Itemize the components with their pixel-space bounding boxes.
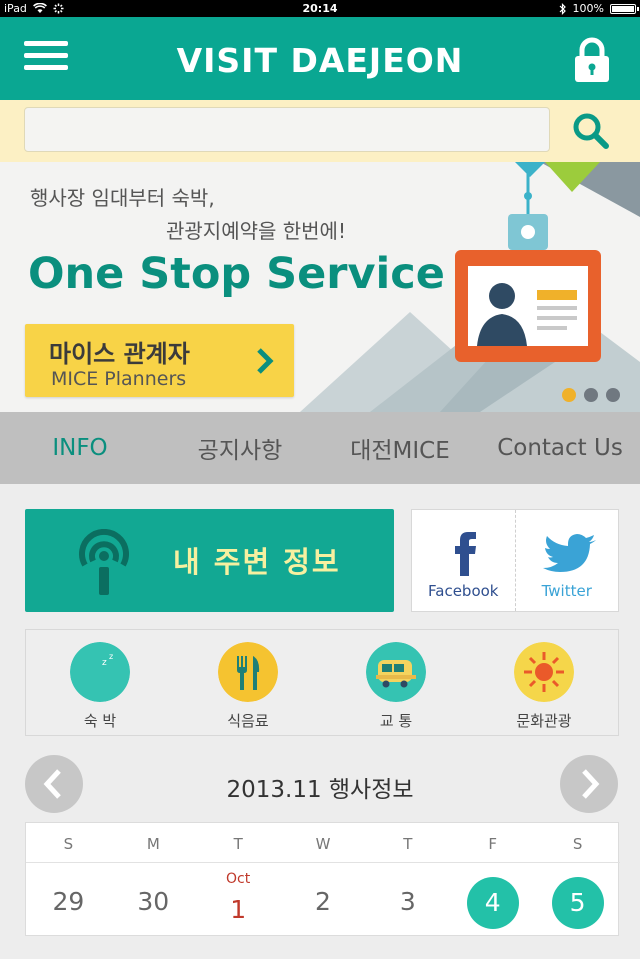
tab-info[interactable]: INFO [0, 412, 160, 484]
event-date-number: 5 [551, 877, 604, 929]
date-number: 1 [230, 895, 247, 924]
date-number: 2 [315, 887, 331, 916]
calendar-date[interactable]: 3 [365, 863, 450, 937]
banner-headline: One Stop Service [28, 249, 445, 299]
calendar-date[interactable]: 2 [281, 863, 366, 937]
category-transport[interactable]: 교 통 [322, 630, 470, 735]
calendar-date[interactable]: 30 [111, 863, 196, 937]
twitter-button[interactable]: Twitter [514, 510, 619, 611]
sun-icon [514, 642, 574, 702]
category-lodging[interactable]: z z 숙 박 [26, 630, 174, 735]
twitter-label: Twitter [541, 582, 592, 600]
category-label: 식음료 [227, 712, 269, 730]
cta-label-ko: 마이스 관계자 [49, 340, 190, 368]
facebook-label: Facebook [428, 582, 499, 600]
date-number: 30 [137, 887, 170, 916]
calendar-title: 2013.11 행사정보 [226, 777, 414, 803]
bus-icon [366, 642, 426, 702]
category-food[interactable]: 식음료 [174, 630, 322, 735]
carousel-dot[interactable] [562, 388, 576, 402]
tab-daejeon-mice[interactable]: 대전MICE [320, 412, 480, 484]
social-links: Facebook Twitter [411, 509, 619, 612]
next-month-button[interactable] [560, 755, 618, 813]
category-culture-tourism[interactable]: 문화관광 [470, 630, 618, 735]
banner-tagline-2: 관광지예약을 한번에! [166, 219, 346, 243]
cta-label-en: MICE Planners [51, 368, 187, 390]
event-date-number: 4 [466, 877, 519, 929]
category-label: 교 통 [379, 712, 413, 730]
category-label: 문화관광 [516, 712, 572, 730]
search-input[interactable] [24, 107, 550, 152]
weekday-label: T [403, 835, 413, 853]
banner-tagline-1: 행사장 임대부터 숙박, [30, 186, 215, 210]
date-row: 29 30 Oct 1 2 3 4 5 [26, 863, 620, 937]
status-bar: iPad 20:14 100% [0, 0, 640, 17]
event-calendar: S M T W T F S 29 30 Oct 1 2 3 4 5 [25, 822, 620, 937]
main-tabs: INFO 공지사항 대전MICE Contact Us [0, 412, 640, 484]
lock-icon[interactable] [572, 37, 612, 83]
calendar-date-event[interactable]: 4 [450, 863, 535, 937]
facebook-button[interactable]: Facebook [412, 510, 515, 611]
chevron-right-icon [257, 348, 274, 374]
search-bar [0, 100, 640, 162]
app-header: VISIT DAEJEON [0, 17, 640, 100]
weekday-header: S M T W T F S [26, 823, 620, 863]
tab-contact-us[interactable]: Contact Us [480, 412, 640, 484]
weekday-label: S [572, 835, 583, 853]
carousel-dot[interactable] [584, 388, 598, 402]
fork-knife-icon [218, 642, 278, 702]
nearby-info-button[interactable]: 내 주변 정보 [25, 509, 394, 612]
weekday-label: S [63, 835, 74, 853]
calendar-date-event[interactable]: 5 [535, 863, 620, 937]
location-signal-icon [79, 529, 129, 595]
calendar-date[interactable]: 29 [26, 863, 111, 937]
calendar-date[interactable]: Oct 1 [196, 863, 281, 937]
category-label: 숙 박 [83, 712, 117, 730]
clock: 20:14 [302, 2, 338, 15]
weekday-label: T [233, 835, 243, 853]
month-label: Oct [226, 871, 251, 887]
carousel-dots [562, 388, 620, 402]
weekday-label: M [146, 835, 160, 853]
facebook-icon [455, 532, 476, 576]
app-title: VISIT DAEJEON [176, 41, 464, 80]
weekday-label: F [488, 835, 498, 853]
moon-sleep-icon: z z [70, 642, 130, 702]
svg-text:z: z [109, 652, 113, 661]
battery-percent: 100% [572, 2, 604, 15]
carousel-dot[interactable] [606, 388, 620, 402]
date-number: 3 [399, 887, 416, 916]
svg-text:z: z [102, 658, 107, 668]
date-number: 29 [52, 887, 85, 916]
twitter-icon [542, 534, 596, 572]
bluetooth-icon [559, 2, 566, 15]
promo-banner[interactable]: 행사장 임대부터 숙박, 관광지예약을 한번에! One Stop Servic… [0, 162, 640, 412]
search-icon[interactable] [566, 108, 616, 154]
chevron-right-icon [582, 769, 600, 799]
nearby-info-label: 내 주변 정보 [173, 545, 341, 579]
category-bar: z z 숙 박 식음료 교 통 문화관광 [25, 629, 619, 736]
battery-icon [610, 3, 639, 14]
mice-planners-button[interactable]: 마이스 관계자 MICE Planners [25, 324, 294, 397]
tab-notices[interactable]: 공지사항 [160, 412, 320, 484]
weekday-label: W [315, 835, 331, 853]
